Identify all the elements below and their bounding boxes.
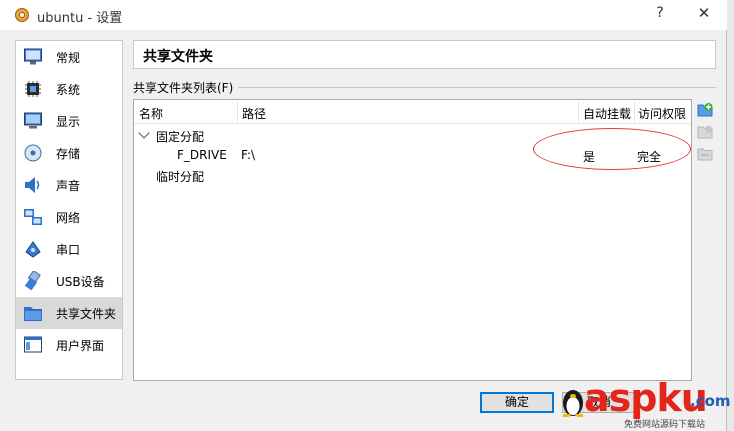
sidebar-item-audio[interactable]: 声音 (16, 169, 122, 201)
usb-icon (24, 271, 41, 291)
chip-icon (25, 81, 41, 97)
app-gear-icon (15, 8, 29, 22)
settings-dialog: ubuntu - 设置 ? ✕ 常规 系统 显示 存储 声音 网络 串口 USB… (0, 0, 727, 431)
sidebar-item-storage[interactable]: 存储 (16, 137, 122, 169)
watermark-subtitle: 免费网站源码下载站 (624, 420, 706, 430)
title-bar: ubuntu - 设置 ? ✕ (0, 0, 727, 30)
table-header: 名称 路径 自动挂载 访问权限 (134, 100, 691, 124)
disk-icon (24, 144, 42, 162)
penguin-logo-icon (563, 390, 583, 417)
sidebar-item-system[interactable]: 系统 (16, 73, 122, 105)
sidebar-item-label: 网络 (56, 211, 81, 225)
group-label: 临时分配 (156, 170, 205, 184)
group-label: 固定分配 (156, 130, 205, 144)
watermark: aspku .com 免费网站源码下载站 (560, 376, 734, 431)
folder-icon (24, 307, 42, 321)
sidebar-item-label: 串口 (56, 243, 81, 257)
network-icon (24, 209, 42, 225)
sidebar-item-shared-folders[interactable]: 共享文件夹 (16, 297, 122, 329)
edit-folder-icon[interactable] (697, 124, 713, 140)
watermark-logo: aspku (584, 376, 708, 420)
cell-path: F:\ (241, 148, 256, 162)
window-title: ubuntu - 设置 (37, 11, 123, 26)
column-header-access[interactable]: 访问权限 (638, 105, 686, 122)
help-button[interactable]: ? (652, 5, 668, 21)
sidebar-item-label: 共享文件夹 (56, 307, 117, 321)
column-divider[interactable] (237, 102, 238, 122)
page-title-box: 共享文件夹 (133, 40, 716, 69)
sidebar-item-label: 声音 (56, 179, 81, 193)
chevron-down-icon[interactable] (138, 127, 150, 139)
sidebar-item-label: 用户界面 (56, 339, 105, 353)
column-header-name[interactable]: 名称 (139, 105, 163, 122)
page-title: 共享文件夹 (143, 49, 213, 65)
sidebar-item-user-interface[interactable]: 用户界面 (16, 329, 122, 361)
column-divider[interactable] (578, 102, 579, 122)
section-label: 共享文件夹列表(F) (133, 81, 234, 95)
window-icon (24, 336, 42, 353)
add-folder-icon[interactable] (697, 102, 713, 118)
sidebar-item-label: 存储 (56, 147, 81, 161)
sidebar-item-label: 显示 (56, 115, 81, 129)
monitor-icon (24, 48, 42, 65)
speaker-icon (25, 177, 40, 193)
sidebar-item-serial[interactable]: 串口 (16, 233, 122, 265)
remove-folder-icon[interactable] (697, 146, 713, 162)
settings-sidebar: 常规 系统 显示 存储 声音 网络 串口 USB设备 共享文件夹 用户界面 (15, 40, 123, 380)
display-icon (24, 112, 42, 129)
sidebar-item-label: 常规 (56, 51, 81, 65)
column-header-auto-mount[interactable]: 自动挂载 (583, 105, 631, 122)
close-button[interactable]: ✕ (696, 4, 712, 22)
section-divider (238, 87, 716, 88)
sidebar-item-label: USB设备 (56, 275, 105, 289)
cell-name: F_DRIVE (177, 148, 227, 162)
sidebar-item-network[interactable]: 网络 (16, 201, 122, 233)
column-divider[interactable] (634, 102, 635, 122)
sidebar-item-usb[interactable]: USB设备 (16, 265, 122, 297)
annotation-ellipse (533, 128, 691, 170)
serial-port-icon (25, 241, 41, 258)
ok-button[interactable]: 确定 (480, 392, 554, 413)
column-header-path[interactable]: 路径 (242, 105, 266, 122)
sidebar-item-display[interactable]: 显示 (16, 105, 122, 137)
sidebar-item-label: 系统 (56, 83, 81, 97)
watermark-domain: .com (690, 392, 731, 410)
sidebar-item-general[interactable]: 常规 (16, 41, 122, 73)
